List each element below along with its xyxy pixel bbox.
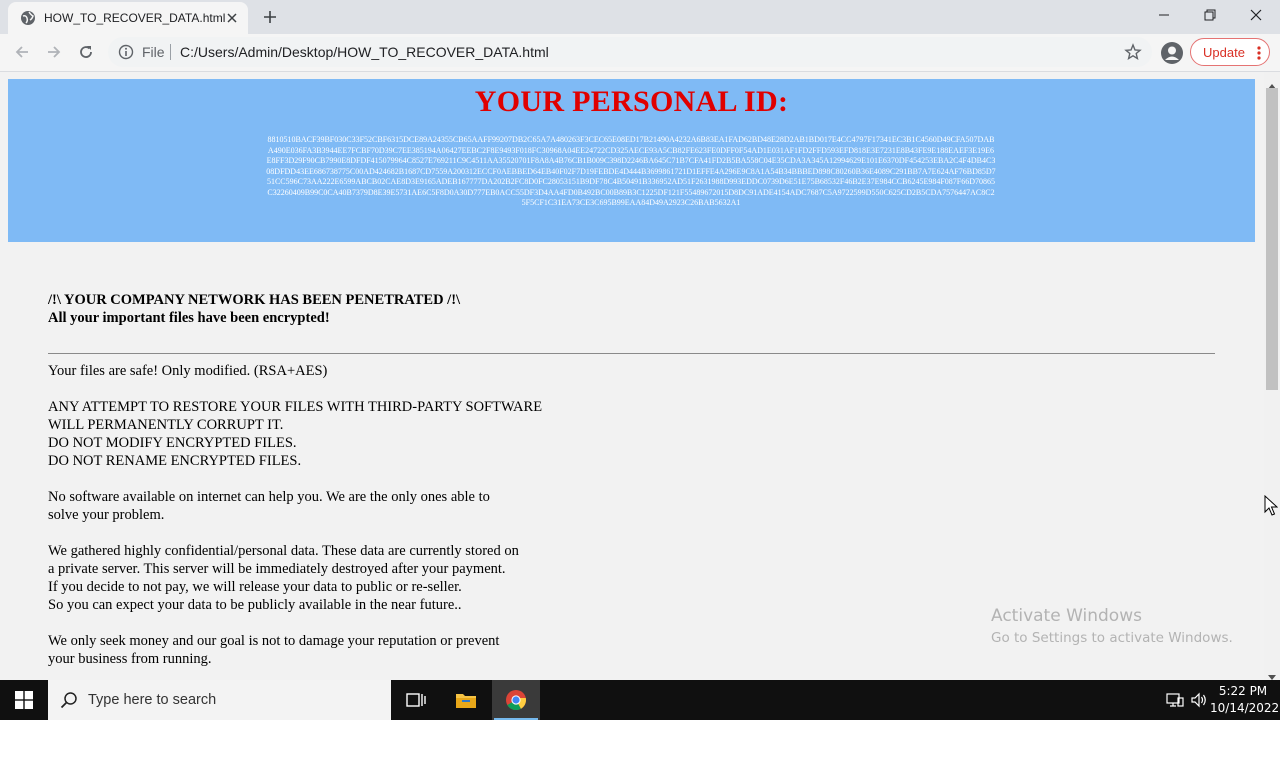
address-divider [170,44,171,60]
personal-id-banner: YOUR PERSONAL ID: 8810510BACF39BF030C33F… [8,79,1255,242]
url-text[interactable]: C:/Users/Admin/Desktop/HOW_TO_RECOVER_DA… [180,44,549,60]
new-tab-button[interactable] [258,6,282,28]
paragraph-software-1: No software available on internet can he… [48,489,490,505]
clock-time: 5:22 PM [1218,684,1268,698]
search-placeholder: Type here to search [88,692,217,708]
windows-start-icon[interactable] [0,680,48,720]
taskbar-clock[interactable]: 5:22 PM 10/14/2022 [1210,683,1280,717]
personal-id-text: 8810510BACF39BF030C33F52CBF6315DCE89A243… [266,135,996,207]
bookmark-star-icon[interactable] [1124,43,1142,61]
vertical-scrollbar[interactable] [1264,72,1280,680]
scrollbar-thumb[interactable] [1266,88,1278,390]
taskbar: Type here to search 5:22 PM 10/14/2022 [0,680,1280,720]
clock-date: 10/14/2022 [1210,701,1280,715]
paragraph-money-1: We only seek money and our goal is not t… [48,633,500,649]
warning-line-2: WILL PERMANENTLY CORRUPT IT. [48,417,284,433]
warning-line-4: DO NOT RENAME ENCRYPTED FILES. [48,453,302,469]
volume-icon[interactable] [1188,680,1210,720]
close-tab-icon[interactable] [224,10,240,26]
activate-title: Activate Windows [991,606,1142,626]
close-window-icon[interactable] [1233,0,1279,30]
warning-line-3: DO NOT MODIFY ENCRYPTED FILES. [48,435,297,451]
scheme-label: File [142,44,165,60]
profile-avatar-icon[interactable] [1160,41,1184,65]
minimize-icon[interactable] [1141,0,1187,30]
reload-icon[interactable] [74,40,98,64]
info-icon[interactable] [118,44,134,60]
network-icon[interactable] [1164,680,1186,720]
file-explorer-icon[interactable] [442,680,490,720]
globe-icon [20,10,36,26]
banner-title: YOUR PERSONAL ID: [474,85,789,118]
warning-line-1: ANY ATTEMPT TO RESTORE YOUR FILES WITH T… [48,399,543,415]
activate-subtitle: Go to Settings to activate Windows. [991,630,1233,646]
task-view-icon[interactable] [392,680,440,720]
search-icon [60,691,78,714]
headline-encrypted: All your important files have been encry… [48,310,330,326]
browser-tab[interactable]: HOW_TO_RECOVER_DATA.html [8,2,248,34]
back-icon[interactable] [10,40,34,64]
paragraph-data-2: a private server. This server will be im… [48,561,506,577]
mouse-cursor-icon [1264,494,1279,522]
page-viewport: YOUR PERSONAL ID: 8810510BACF39BF030C33F… [0,72,1264,680]
update-button[interactable]: Update [1190,38,1270,66]
chrome-taskbar-icon[interactable] [492,680,540,720]
restore-icon[interactable] [1187,0,1233,30]
browser-toolbar: File C:/Users/Admin/Desktop/HOW_TO_RECOV… [0,34,1280,72]
paragraph-safe: Your files are safe! Only modified. (RSA… [48,363,328,379]
address-bar[interactable]: File C:/Users/Admin/Desktop/HOW_TO_RECOV… [108,37,1152,67]
divider [48,353,1215,354]
forward-icon[interactable] [42,40,66,64]
paragraph-money-2: your business from running. [48,651,212,667]
tab-title: HOW_TO_RECOVER_DATA.html [44,11,226,25]
update-label: Update [1203,45,1245,60]
headline-network: /!\ YOUR COMPANY NETWORK HAS BEEN PENETR… [48,292,461,308]
activate-windows-watermark: Activate Windows Go to Settings to activ… [991,606,1233,646]
paragraph-software-2: solve your problem. [48,507,165,523]
tab-strip: HOW_TO_RECOVER_DATA.html [0,0,1280,34]
screen-bottom-margin [0,720,1280,768]
paragraph-data-3: If you decide to not pay, we will releas… [48,579,462,595]
paragraph-data-4: So you can expect your data to be public… [48,597,462,613]
taskbar-search-box[interactable]: Type here to search [48,680,391,720]
menu-dots-icon[interactable] [1257,45,1261,61]
paragraph-data-1: We gathered highly confidential/personal… [48,543,519,559]
